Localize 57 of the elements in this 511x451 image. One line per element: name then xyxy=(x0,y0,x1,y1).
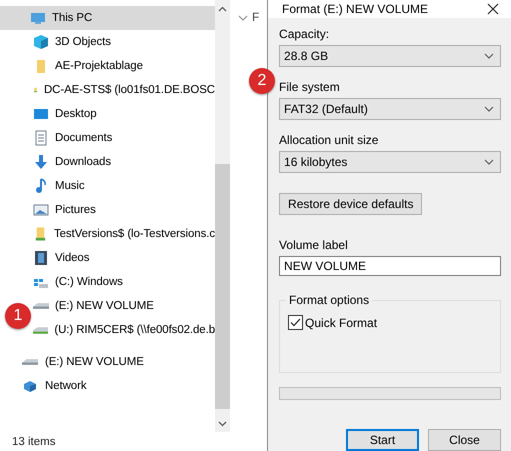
nav-item[interactable]: Videos xyxy=(33,246,215,270)
nav-item[interactable]: 3D Objects xyxy=(33,30,215,54)
nav-item[interactable]: Network xyxy=(22,374,215,398)
nav-item[interactable]: AE-Projektablage xyxy=(33,54,215,78)
nav-item[interactable]: DC-AE-STS$ (lo01fs01.DE.BOSC xyxy=(33,78,215,102)
network-drive-icon xyxy=(33,326,48,334)
nav-item[interactable]: TestVersions$ (lo-Testversions.c xyxy=(33,222,215,246)
scroll-thumb[interactable] xyxy=(215,164,230,409)
field-label: Volume label xyxy=(279,237,349,253)
restore-defaults-button[interactable]: Restore device defaults xyxy=(279,193,422,215)
column-header: F xyxy=(252,10,260,24)
field-label: Capacity: xyxy=(279,26,330,42)
cube-icon xyxy=(33,34,49,50)
network-folder-icon xyxy=(33,226,48,242)
close-icon[interactable] xyxy=(487,3,499,15)
nav-item[interactable]: Music xyxy=(33,174,215,198)
drive-icon xyxy=(22,359,38,365)
scrollbar[interactable] xyxy=(215,0,230,432)
checkbox[interactable] xyxy=(288,315,304,330)
desktop-icon xyxy=(33,106,49,122)
nav-item[interactable]: This PC xyxy=(0,6,215,30)
step-badge: 1 xyxy=(5,303,31,329)
nav-item[interactable]: (E:) NEW VOLUME xyxy=(33,294,215,318)
scroll-down-icon[interactable] xyxy=(218,421,227,427)
nav-item[interactable]: Downloads xyxy=(33,150,215,174)
nav-item[interactable]: (E:) NEW VOLUME xyxy=(22,350,215,374)
chevron-down-icon xyxy=(484,158,494,166)
chevron-down-icon xyxy=(484,106,494,112)
dialog-button[interactable]: Start xyxy=(346,429,419,451)
network-icon xyxy=(22,378,38,394)
step-badge: 2 xyxy=(249,68,275,94)
download-arrow-icon xyxy=(33,154,49,170)
monitor-icon xyxy=(30,10,46,26)
dropdown[interactable]: 16 kilobytes xyxy=(279,151,501,173)
drive-icon xyxy=(33,303,49,309)
dropdown[interactable]: 28.8 GB xyxy=(279,45,501,67)
film-icon xyxy=(33,250,49,266)
dropdown[interactable]: FAT32 (Default) xyxy=(279,98,501,120)
input-field[interactable]: NEW VOLUME xyxy=(279,256,501,276)
nav-item[interactable]: (U:) RIM5CER$ (\\fe00fs02.de.b xyxy=(33,318,215,342)
checkbox-label[interactable]: Quick Format xyxy=(305,316,378,330)
dialog-title: Format (E:) NEW VOLUME xyxy=(282,2,428,16)
chevron-down-icon[interactable] xyxy=(238,15,248,22)
group-title: Format options xyxy=(286,293,372,307)
nav-item[interactable]: Pictures xyxy=(33,198,215,222)
item-count: 13 items xyxy=(12,436,56,448)
picture-icon xyxy=(33,202,49,218)
dialog-button[interactable]: Close xyxy=(428,429,501,451)
nav-item[interactable]: Documents xyxy=(33,126,215,150)
document-icon xyxy=(33,130,49,146)
field-label: Allocation unit size xyxy=(279,132,380,148)
nav-item[interactable]: (C:) Windows xyxy=(33,270,215,294)
field-label: File system xyxy=(279,79,341,95)
nav-item[interactable]: Desktop xyxy=(33,102,215,126)
chevron-down-icon xyxy=(484,52,494,60)
music-note-icon xyxy=(33,178,49,194)
scroll-up-icon[interactable] xyxy=(218,6,227,12)
